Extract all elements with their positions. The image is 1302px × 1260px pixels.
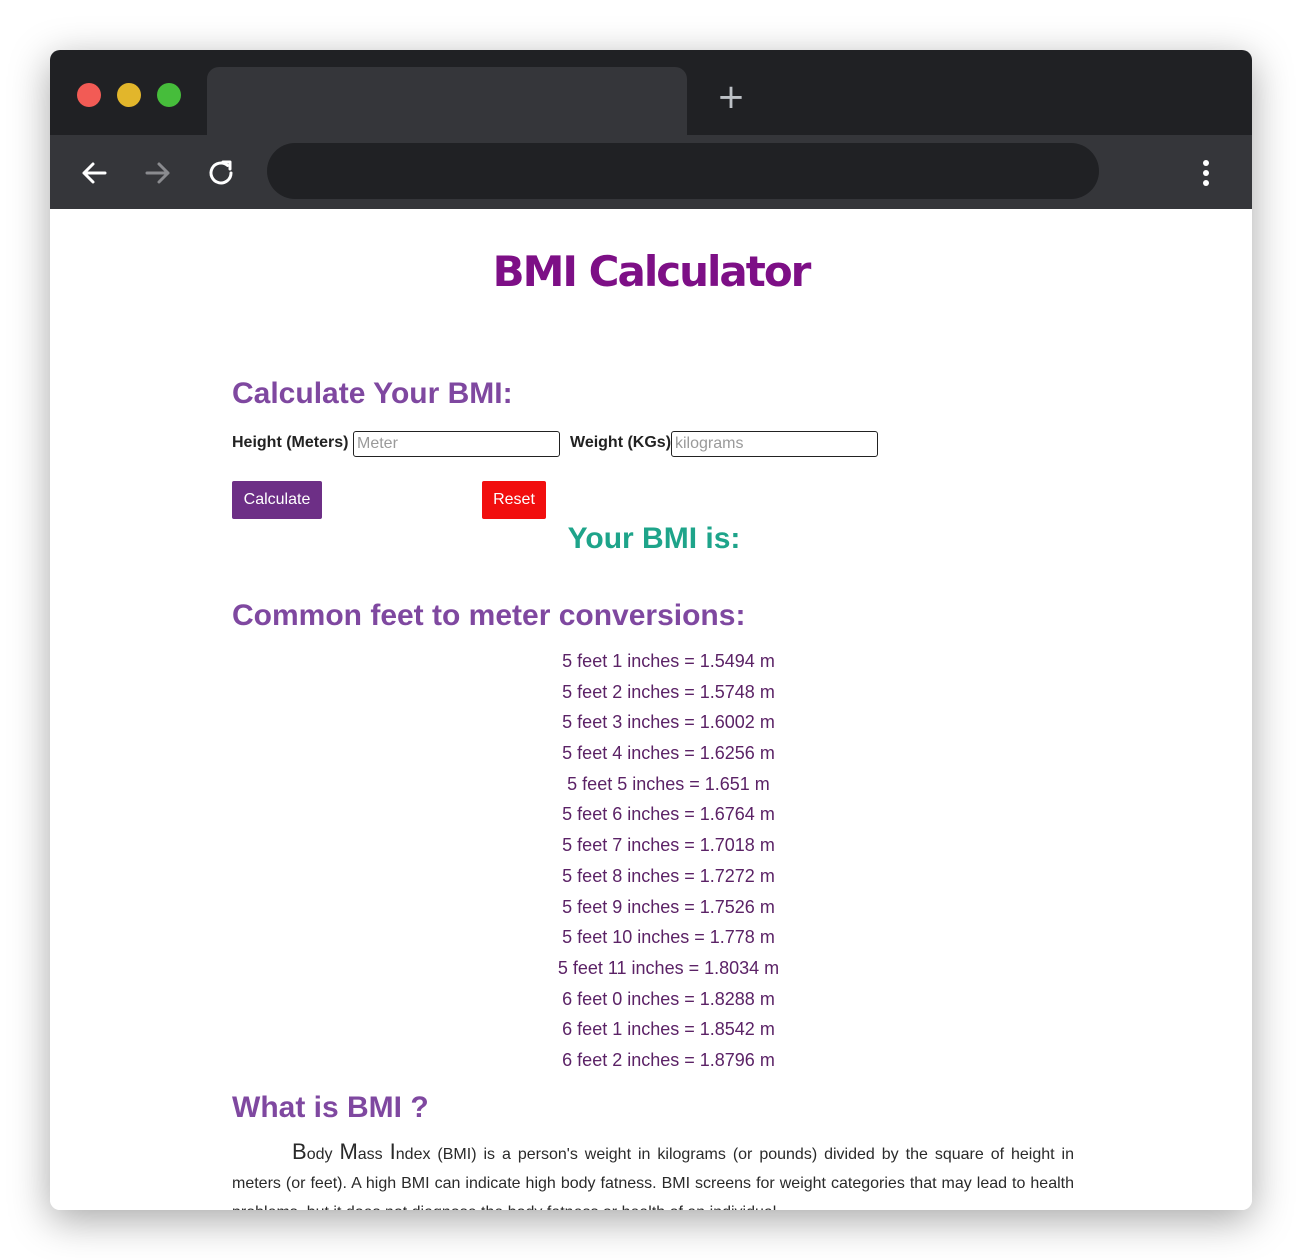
arrow-right-icon — [145, 162, 170, 184]
conversion-item: 5 feet 1 inches = 1.5494 m — [562, 651, 775, 671]
close-window-button[interactable] — [77, 83, 101, 107]
conversion-item: 6 feet 1 inches = 1.8542 m — [562, 1019, 775, 1040]
new-tab-button[interactable]: + — [714, 80, 748, 114]
conversion-item: 5 feet 10 inches = 1.778 m — [562, 927, 775, 948]
reload-icon — [209, 160, 233, 185]
conversion-list: 5 feet 1 inches = 1.5494 m 5 feet 2 inch… — [232, 648, 1105, 1078]
browser-window: + BMI Calculator Calculate Your BMI: Hei… — [50, 50, 1252, 1210]
conversion-item: 5 feet 3 inches = 1.6002 m — [562, 712, 775, 733]
address-bar[interactable] — [267, 143, 1099, 199]
conversion-item: 5 feet 8 inches = 1.7272 m — [562, 865, 775, 886]
conversion-item: 5 feet 6 inches = 1.6764 m — [562, 804, 775, 825]
calculate-button[interactable]: Calculate — [232, 481, 322, 519]
reset-button[interactable]: Reset — [482, 481, 546, 519]
conversion-item: 5 feet 5 inches = 1.651 m — [567, 773, 770, 794]
conversion-item: 6 feet 0 inches = 1.8288 m — [562, 988, 775, 1009]
maximize-window-button[interactable] — [157, 83, 181, 107]
initial-m: M — [339, 1139, 358, 1164]
bmi-result-heading: Your BMI is: — [567, 522, 741, 555]
conversion-item: 6 feet 2 inches = 1.8796 m — [562, 1049, 775, 1070]
browser-menu-button[interactable] — [1192, 153, 1220, 193]
height-input[interactable] — [353, 431, 560, 457]
para-text-body: ody — [306, 1146, 340, 1163]
tab-bar: + — [50, 50, 1252, 135]
minimize-window-button[interactable] — [117, 83, 141, 107]
conversion-item: 5 feet 2 inches = 1.5748 m — [562, 681, 775, 702]
bmi-form: Height (Meters) Weight (KGs) — [232, 431, 932, 457]
calculate-heading: Calculate Your BMI: — [232, 377, 513, 410]
more-vertical-icon — [1203, 160, 1209, 186]
bmi-description: Body Mass Index (BMI) is a person's weig… — [232, 1137, 1074, 1210]
back-button[interactable] — [74, 153, 114, 193]
active-tab[interactable] — [207, 67, 687, 135]
conversion-item: 5 feet 7 inches = 1.7018 m — [562, 835, 775, 856]
arrow-left-icon — [82, 162, 107, 184]
conversion-item: 5 feet 11 inches = 1.8034 m — [557, 957, 780, 978]
what-is-bmi-heading: What is BMI ? — [232, 1091, 429, 1124]
browser-toolbar — [50, 135, 1252, 209]
height-label: Height (Meters) — [232, 434, 349, 451]
weight-label: Weight (KGs) — [570, 434, 672, 451]
conversions-heading: Common feet to meter conversions: — [232, 599, 746, 632]
para-text-mass: ass — [357, 1146, 390, 1163]
weight-input[interactable] — [671, 431, 878, 457]
forward-button[interactable] — [138, 153, 178, 193]
reload-button[interactable] — [202, 153, 242, 193]
conversion-item: 5 feet 9 inches = 1.7526 m — [562, 896, 775, 917]
initial-b: B — [292, 1139, 307, 1164]
conversion-item: 5 feet 4 inches = 1.6256 m — [562, 743, 775, 764]
page-viewport: BMI Calculator Calculate Your BMI: Heigh… — [50, 209, 1252, 1210]
page-title: BMI Calculator — [492, 247, 812, 296]
